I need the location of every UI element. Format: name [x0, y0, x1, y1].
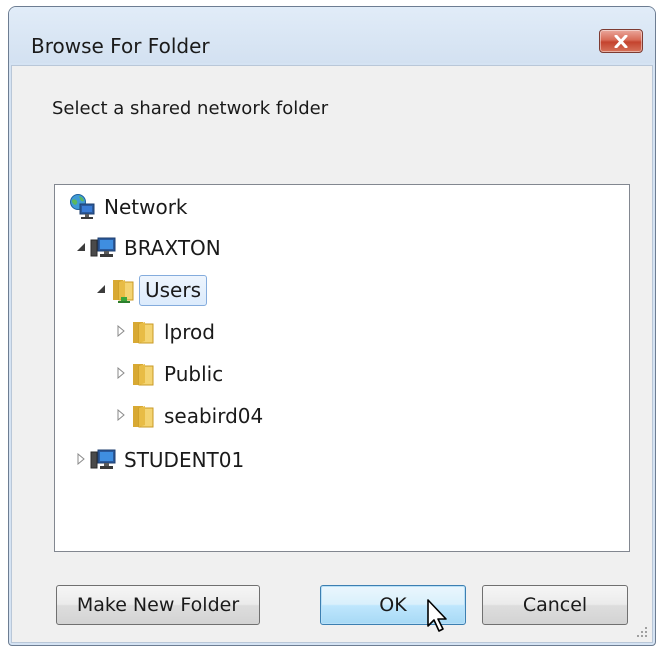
- tree-node-seabird04[interactable]: seabird04: [129, 399, 268, 433]
- tree-node-lprod[interactable]: lprod: [129, 315, 220, 349]
- instruction-text: Select a shared network folder: [52, 98, 329, 119]
- folder-tree[interactable]: Network BRAXTON Users lprod Public seabi…: [54, 184, 630, 552]
- tree-label-lprod: lprod: [164, 319, 215, 344]
- make-new-folder-button[interactable]: Make New Folder: [56, 585, 260, 625]
- tree-node-public[interactable]: Public: [129, 357, 228, 391]
- mouse-pointer-icon: [427, 599, 447, 632]
- title-bar[interactable]: Browse For Folder: [9, 7, 655, 63]
- collapse-arrow-icon[interactable]: [95, 283, 107, 295]
- expand-arrow-icon[interactable]: [115, 409, 127, 421]
- cancel-button[interactable]: Cancel: [482, 585, 628, 625]
- close-icon: [614, 35, 628, 48]
- collapse-arrow-icon[interactable]: [75, 241, 87, 253]
- folder-icon: [133, 406, 154, 428]
- tree-node-network[interactable]: Network: [69, 190, 193, 224]
- tree-label-network: Network: [104, 194, 188, 219]
- tree-label-braxton: BRAXTON: [124, 235, 221, 260]
- tree-label-users: Users: [139, 274, 208, 306]
- window-title: Browse For Folder: [31, 34, 210, 58]
- tree-node-braxton[interactable]: BRAXTON: [89, 231, 226, 265]
- tree-label-student01: STUDENT01: [124, 447, 245, 472]
- dialog-body: Select a shared network folder Network B…: [11, 65, 653, 643]
- computer-icon: [90, 449, 116, 469]
- computer-icon: [90, 237, 116, 257]
- expand-arrow-icon[interactable]: [75, 453, 87, 465]
- tree-node-student01[interactable]: STUDENT01: [89, 443, 249, 477]
- tree-node-users[interactable]: Users: [109, 273, 208, 307]
- folder-icon: [133, 322, 154, 344]
- network-globe-icon: [70, 194, 95, 219]
- folder-icon: [133, 364, 154, 386]
- browse-for-folder-dialog: Browse For Folder Select a shared networ…: [8, 6, 656, 646]
- tree-label-seabird04: seabird04: [164, 403, 264, 428]
- expand-arrow-icon[interactable]: [115, 367, 127, 379]
- close-button[interactable]: [599, 29, 643, 53]
- expand-arrow-icon[interactable]: [115, 325, 127, 337]
- resize-grip-icon[interactable]: [636, 626, 648, 638]
- tree-label-public: Public: [164, 361, 224, 386]
- shared-folder-icon: [113, 280, 134, 303]
